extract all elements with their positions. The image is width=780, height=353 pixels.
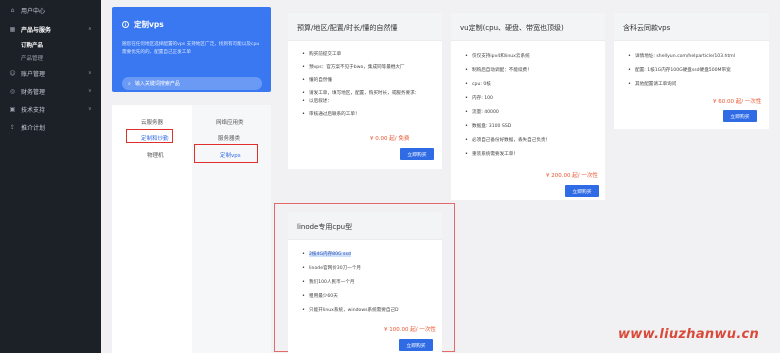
feature-item: 2核4G内存80G ssd bbox=[302, 251, 399, 257]
feature-item: 懂的自然懂 bbox=[302, 77, 419, 83]
category-cloud-server[interactable]: 云服务器 bbox=[141, 118, 163, 126]
highlight-box bbox=[126, 129, 173, 143]
buy-button[interactable]: 立即购买 bbox=[723, 110, 757, 122]
price-label: ¥ 200.00 起/ 一次性 bbox=[546, 173, 598, 179]
feature-list: 详情地址: shellyun.com/helparticle/103.html … bbox=[628, 53, 735, 87]
headset-icon: ▣ bbox=[9, 105, 16, 113]
feature-list: 仅仅支持ipv4和linux云系统 制购后自动调配：不能续费！ cpu: 0核 … bbox=[465, 53, 550, 157]
category-network-app[interactable]: 网络应用类 bbox=[216, 118, 244, 126]
user-icon: ☺ bbox=[9, 69, 16, 77]
selected-text: 2核4G内存80G ssd bbox=[309, 252, 351, 257]
category-column-right bbox=[192, 105, 271, 353]
product-card-title: 预算/地区/配置/时长/懂的自然懂 bbox=[297, 24, 398, 32]
sidebar-item-label: 用户中心 bbox=[21, 7, 46, 15]
buy-button[interactable]: 立即购买 bbox=[400, 148, 434, 160]
search-card: i 定制vps 随您在任何地区选择配置的vps 支持地区广泛，找到有可能以及cp… bbox=[112, 7, 271, 92]
sidebar-item-label: 财务管理 bbox=[21, 88, 46, 96]
chevron-down-icon: ∨ bbox=[88, 88, 92, 94]
feature-item: 仅仅支持ipv4和linux云系统 bbox=[465, 53, 550, 59]
grid-icon: ▦ bbox=[9, 25, 16, 33]
chevron-up-icon: ∧ bbox=[88, 26, 92, 32]
product-card: vu定制(cpu、硬盘、带宽也顶级) 仅仅支持ipv4和linux云系统 制购后… bbox=[451, 13, 605, 200]
feature-item: 数据盘: 3100 SSD bbox=[465, 123, 550, 129]
highlight-box bbox=[194, 144, 258, 163]
search-card-description: 随您在任何地区选择配置的vps 支持地区广泛，找到有可能以及cpu需要优先的的、… bbox=[122, 42, 260, 55]
price-label: ¥ 0.00 起/ 免费 bbox=[370, 136, 410, 142]
feature-item: 只能开linux系统，windows系统需要自己D bbox=[302, 307, 399, 313]
share-icon: ⇪ bbox=[9, 123, 16, 131]
price-label: ¥ 60.00 起/ 一次性 bbox=[713, 99, 762, 105]
feature-item: cpu: 0核 bbox=[465, 81, 550, 87]
feature-item: 内存: 100 bbox=[465, 95, 550, 101]
sidebar-item-referral[interactable]: ⇪ 推介计划 bbox=[0, 120, 101, 134]
feature-item: 流量: 40000 bbox=[465, 109, 550, 115]
wallet-icon: ◎ bbox=[9, 87, 16, 95]
watermark: www.liuzhanwu.cn bbox=[618, 327, 760, 342]
sidebar-item-label: 账户管理 bbox=[21, 70, 46, 78]
sidebar-item-finance[interactable]: ◎ 财务管理 ∨ bbox=[0, 84, 101, 98]
product-card: 预算/地区/配置/时长/懂的自然懂 购买前提交工单 预vps：官方案不见于bwo… bbox=[288, 13, 442, 169]
sidebar-item-support[interactable]: ▣ 技术支持 ∨ bbox=[0, 102, 101, 116]
feature-item: 请发工单，填写地区，配置，购买时长，或服务要求： bbox=[302, 90, 419, 96]
price-label: ¥ 100.00 起/ 一次性 bbox=[384, 327, 436, 333]
sidebar-item-label: 技术支持 bbox=[21, 106, 46, 114]
category-server[interactable]: 服务器类 bbox=[218, 134, 240, 142]
feature-item: 以后叙述： bbox=[302, 98, 419, 104]
feature-list: 购买前提交工单 预vps：官方案不见于bwo，集成同等最棍大厂 懂的自然懂 请发… bbox=[302, 51, 419, 117]
info-icon: i bbox=[122, 21, 129, 28]
search-card-title: i 定制vps bbox=[122, 19, 164, 30]
feature-item: 预vps：官方案不见于bwo，集成同等最棍大厂 bbox=[302, 64, 419, 70]
sidebar-item-label: 产品与服务 bbox=[21, 26, 52, 34]
buy-button[interactable]: 立即购买 bbox=[399, 339, 433, 351]
search-placeholder: 输入关键词搜索产品 bbox=[134, 81, 180, 87]
sidebar-item-account[interactable]: ☺ 账户管理 ∨ bbox=[0, 66, 101, 80]
feature-item: 其他配置请工单询问 bbox=[628, 81, 735, 87]
feature-list: 2核4G内存80G ssd linode官网价30刀一个月 我们100人民币一个… bbox=[302, 251, 399, 313]
sidebar-item-user-center[interactable]: ⌂ 用户中心 bbox=[0, 3, 101, 17]
chevron-down-icon: ∨ bbox=[88, 70, 92, 76]
feature-item: 重装系统需要发工单！ bbox=[465, 151, 550, 157]
chevron-down-icon: ∨ bbox=[88, 106, 92, 112]
search-icon: ⌕ bbox=[128, 80, 131, 87]
category-physical[interactable]: 物理机 bbox=[147, 151, 164, 159]
feature-item: 审核通过后联系的工单！ bbox=[302, 111, 419, 117]
buy-button[interactable]: 立即购买 bbox=[565, 185, 599, 197]
sidebar: ⌂ 用户中心 ▦ 产品与服务 ∧ 订购产品 产品管理 ☺ 账户管理 ∨ ◎ 财务… bbox=[0, 0, 101, 353]
house-icon: ⌂ bbox=[10, 6, 15, 14]
search-input[interactable]: ⌕ 输入关键词搜索产品 bbox=[122, 77, 262, 90]
sidebar-subitem-manage[interactable]: 产品管理 bbox=[21, 54, 43, 62]
feature-item: linode官网价30刀一个月 bbox=[302, 265, 399, 271]
feature-item: 必须自己备份好数据，丢失自己负责！ bbox=[465, 137, 550, 143]
sidebar-item-label: 推介计划 bbox=[21, 124, 46, 132]
feature-item: 配置: 1核1G内存100G硬盘ssd硬盘500M带宽 bbox=[628, 67, 735, 73]
feature-item: 制购后自动调配：不能续费！ bbox=[465, 67, 550, 73]
feature-item: 购买前提交工单 bbox=[302, 51, 419, 57]
category-panel: 云服务器 定制和炒勤 物理机 网络应用类 服务器类 定制vps bbox=[112, 105, 271, 353]
product-card-title: 含科云同款vps bbox=[623, 24, 671, 32]
sidebar-subitem-order[interactable]: 订购产品 bbox=[21, 41, 43, 49]
product-card-title: vu定制(cpu、硬盘、带宽也顶级) bbox=[460, 24, 564, 32]
product-card: linode专用cpu型 2核4G内存80G ssd linode官网价30刀一… bbox=[288, 212, 442, 353]
product-card: 含科云同款vps 详情地址: shellyun.com/helparticle/… bbox=[614, 13, 769, 129]
product-card-title: linode专用cpu型 bbox=[297, 223, 353, 231]
feature-item: 租用最少60天 bbox=[302, 293, 399, 299]
sidebar-item-products[interactable]: ▦ 产品与服务 ∧ bbox=[0, 22, 101, 36]
search-card-title-text: 定制vps bbox=[134, 20, 164, 29]
feature-item: 我们100人民币一个月 bbox=[302, 279, 399, 285]
feature-item: 详情地址: shellyun.com/helparticle/103.html bbox=[628, 53, 735, 59]
